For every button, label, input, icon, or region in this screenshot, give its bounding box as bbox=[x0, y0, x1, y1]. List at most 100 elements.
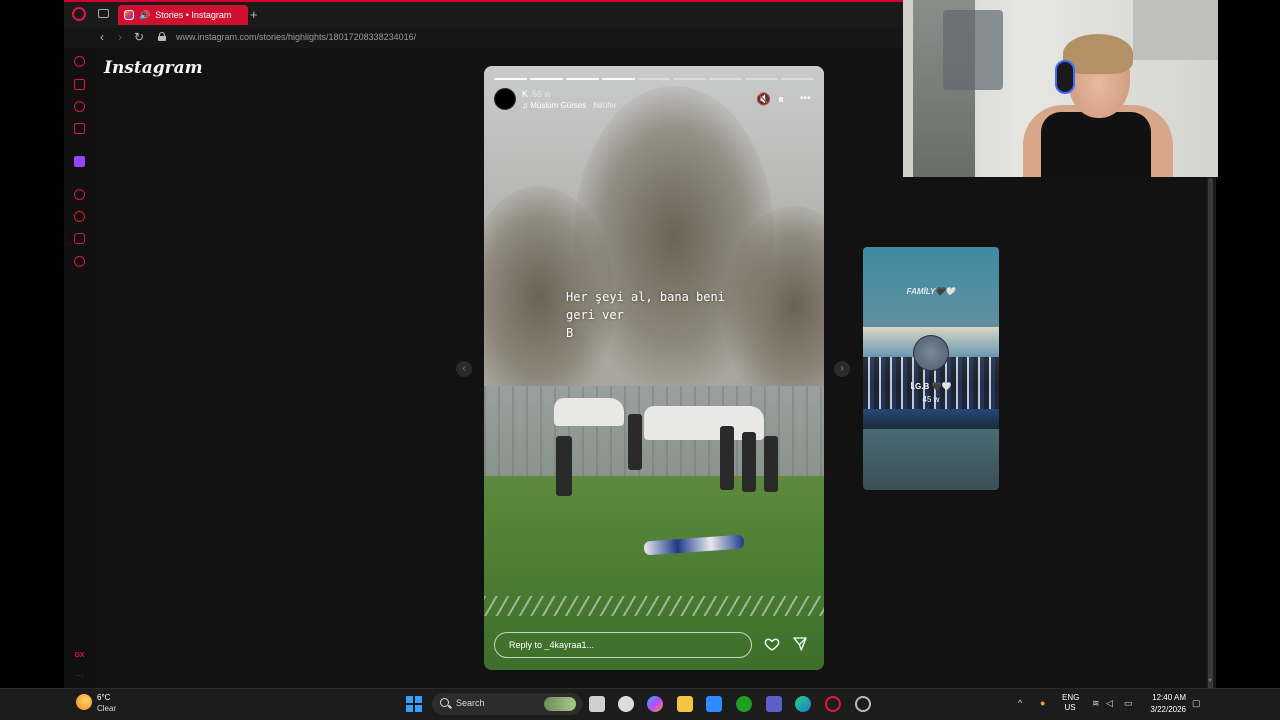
windows-taskbar bbox=[0, 688, 1280, 720]
story-music-title[interactable]: Müslüm Gürses bbox=[530, 101, 586, 110]
twitch-icon[interactable] bbox=[74, 156, 85, 167]
sidebar-more-button[interactable]: ··· bbox=[74, 670, 85, 681]
edge-icon[interactable] bbox=[795, 696, 811, 712]
volume-icon[interactable]: ◁ bbox=[1106, 698, 1113, 709]
forward-button[interactable]: › bbox=[118, 30, 122, 44]
heart-icon[interactable] bbox=[764, 636, 780, 652]
story-header: K 56 w ♫ Müslüm Gürses · Nilüfer 🔇 ⏸ ••• bbox=[494, 88, 814, 114]
story-viewer[interactable]: K 56 w ♫ Müslüm Gürses · Nilüfer 🔇 ⏸ ••• … bbox=[484, 66, 824, 670]
gx-corner-label[interactable]: GX bbox=[74, 650, 85, 661]
story-image-person bbox=[742, 432, 756, 492]
history-icon[interactable] bbox=[74, 211, 85, 222]
progress-segment bbox=[709, 78, 743, 80]
next-story-avatar bbox=[913, 335, 949, 371]
bag-icon[interactable] bbox=[74, 79, 85, 90]
progress-segment bbox=[601, 78, 635, 80]
lock-icon[interactable] bbox=[158, 32, 166, 41]
music-icon: ♫ bbox=[522, 101, 531, 110]
region-code: US bbox=[1064, 703, 1076, 712]
story-user-line: K 56 w bbox=[522, 89, 551, 99]
opera-gx-icon[interactable] bbox=[825, 696, 841, 712]
clock-date[interactable]: 3/22/2026 bbox=[1146, 705, 1186, 714]
progress-segment bbox=[637, 78, 671, 80]
reload-button[interactable]: ↻ bbox=[134, 30, 144, 44]
wifi-icon[interactable]: ≋ bbox=[1092, 698, 1100, 709]
webcam-overlay bbox=[903, 0, 1218, 177]
tab-instagram-stories[interactable]: 🔊 Stories • Instagram bbox=[118, 5, 248, 25]
steam-icon[interactable] bbox=[855, 696, 871, 712]
webcam-person-shirt bbox=[1041, 112, 1151, 177]
battery-icon[interactable]: ▭ bbox=[1124, 698, 1133, 709]
reply-input[interactable]: Reply to _4kayraa1... bbox=[494, 632, 752, 658]
gmail-icon[interactable] bbox=[74, 123, 85, 134]
back-button[interactable]: ‹ bbox=[100, 30, 104, 44]
story-location[interactable]: Nilüfer bbox=[593, 101, 616, 110]
pinboard-icon[interactable] bbox=[74, 233, 85, 244]
opera-logo-icon[interactable] bbox=[72, 7, 86, 21]
weather-moon-icon[interactable] bbox=[76, 694, 92, 710]
instagram-logo[interactable]: Instagram bbox=[104, 58, 203, 78]
search-highlight-icon[interactable] bbox=[544, 697, 576, 711]
url-field[interactable]: www.instagram.com/stories/highlights/180… bbox=[176, 32, 416, 42]
windows-start-icon[interactable] bbox=[406, 696, 422, 712]
new-tab-button[interactable]: + bbox=[250, 8, 258, 21]
next-story-header: FAMİLY🖤🤍 bbox=[906, 287, 956, 296]
tab-title: Stories • Instagram bbox=[155, 10, 232, 20]
previous-story-button[interactable]: ‹ bbox=[456, 361, 472, 377]
story-progress-bar bbox=[494, 78, 815, 80]
send-icon[interactable] bbox=[792, 636, 808, 652]
next-story-button[interactable]: › bbox=[834, 361, 850, 377]
player-icon[interactable] bbox=[74, 189, 85, 200]
webcam-background-object bbox=[943, 10, 1003, 90]
progress-segment bbox=[529, 78, 563, 80]
notification-icon[interactable]: ▢ bbox=[1192, 698, 1201, 709]
story-age: 56 w bbox=[532, 89, 552, 99]
aria-icon[interactable] bbox=[74, 56, 85, 67]
story-image-field-lines bbox=[484, 596, 824, 616]
copilot-icon[interactable] bbox=[647, 696, 663, 712]
desktop: 🔊 Stories • Instagram + ‹ › ↻ www.instag… bbox=[0, 0, 1280, 720]
story-image-person bbox=[628, 414, 642, 470]
tray-overflow-icon[interactable]: ^ bbox=[1018, 698, 1022, 708]
clock-time[interactable]: 12:40 AM bbox=[1150, 693, 1186, 702]
scrollbar-thumb[interactable] bbox=[1208, 178, 1213, 718]
settings-icon[interactable] bbox=[74, 256, 85, 267]
story-image-person bbox=[720, 426, 734, 490]
progress-segment bbox=[565, 78, 599, 80]
microphone-icon[interactable]: ● bbox=[1040, 698, 1045, 708]
story-caption: Her şeyi al, bana beni geri ver B bbox=[566, 290, 725, 340]
store-icon[interactable] bbox=[706, 696, 722, 712]
file-explorer-icon[interactable] bbox=[677, 696, 693, 712]
progress-segment bbox=[781, 78, 815, 80]
scroll-down-icon[interactable]: ▼ bbox=[1207, 678, 1213, 684]
language-indicator[interactable]: ENG US bbox=[1062, 693, 1079, 713]
teams-icon[interactable] bbox=[766, 696, 782, 712]
opera-sidebar bbox=[64, 48, 96, 688]
xbox-icon[interactable] bbox=[736, 696, 752, 712]
task-view-icon[interactable] bbox=[589, 696, 605, 712]
next-story-card[interactable]: FAMİLY🖤🤍 İ.G.B 🖤🤍 45 w bbox=[863, 247, 999, 490]
weather-condition[interactable]: Clear bbox=[97, 704, 116, 713]
avatar[interactable] bbox=[494, 88, 516, 110]
story-image-person bbox=[556, 436, 572, 496]
headset-icon bbox=[1055, 60, 1075, 94]
weather-temperature[interactable]: 6°C bbox=[97, 693, 110, 702]
story-image-person bbox=[764, 436, 778, 492]
tab-islands-icon[interactable] bbox=[98, 9, 109, 18]
story-username[interactable]: K bbox=[522, 89, 528, 99]
webcam-background-shelf bbox=[1133, 0, 1218, 60]
next-story-name: İ.G.B 🖤🤍 bbox=[910, 382, 952, 391]
mute-button[interactable]: 🔇 bbox=[756, 93, 771, 105]
search-icon bbox=[440, 698, 449, 707]
progress-segment bbox=[745, 78, 779, 80]
speaker-icon[interactable]: 🔊 bbox=[139, 10, 150, 21]
next-story-age: 45 w bbox=[922, 395, 940, 404]
search-label[interactable]: Search bbox=[456, 698, 485, 708]
messenger-icon[interactable] bbox=[74, 101, 85, 112]
story-options-button[interactable]: ••• bbox=[800, 93, 811, 105]
pause-button[interactable]: ⏸ bbox=[778, 93, 784, 105]
dell-icon[interactable] bbox=[618, 696, 634, 712]
progress-segment bbox=[673, 78, 707, 80]
instagram-favicon-icon bbox=[124, 10, 134, 20]
story-image-car bbox=[554, 398, 624, 426]
